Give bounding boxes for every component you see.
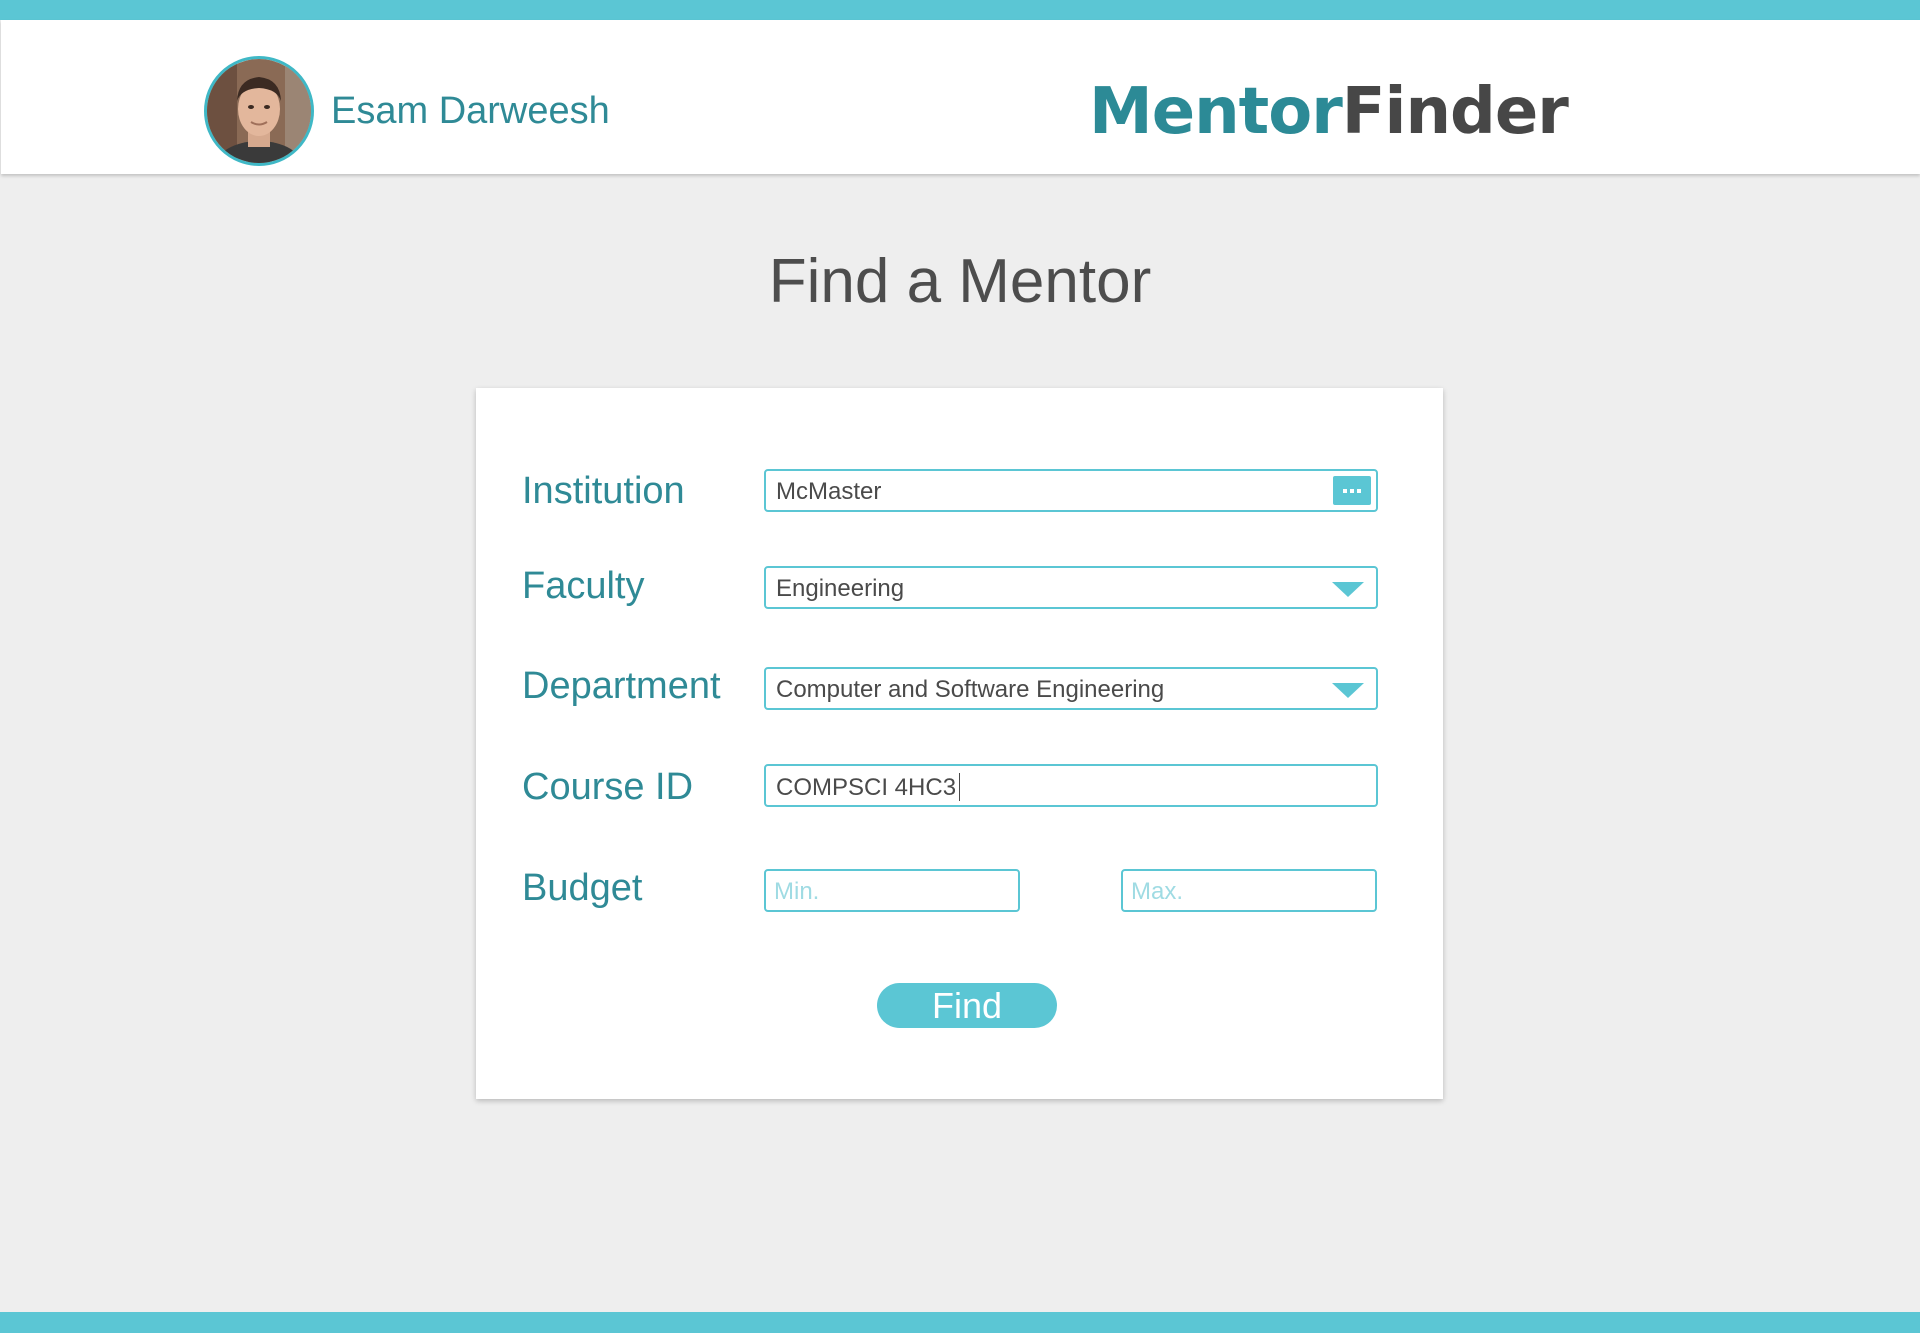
logo-word-mentor: Mentor <box>1089 75 1343 149</box>
institution-value: McMaster <box>776 478 882 505</box>
course-id-label: Course ID <box>522 766 694 808</box>
chevron-down-icon[interactable] <box>1332 683 1364 698</box>
chevron-down-icon[interactable] <box>1332 582 1364 597</box>
budget-min-placeholder: Min. <box>774 878 820 905</box>
page-title: Find a Mentor <box>768 247 1152 316</box>
faculty-label: Faculty <box>522 565 645 607</box>
institution-label: Institution <box>522 470 685 512</box>
bottom-accent-stripe <box>0 1312 1920 1333</box>
text-caret <box>959 773 961 801</box>
faculty-select[interactable]: Engineering <box>764 566 1378 609</box>
top-accent-stripe <box>0 0 1920 20</box>
user-name[interactable]: Esam Darweesh <box>331 90 610 133</box>
budget-max-input[interactable]: Max. <box>1121 869 1377 912</box>
more-dots-icon[interactable] <box>1333 476 1371 505</box>
course-id-input[interactable]: COMPSCI 4HC3 <box>764 764 1378 807</box>
budget-label: Budget <box>522 867 643 909</box>
department-value: Computer and Software Engineering <box>776 676 1165 703</box>
header-bar: Esam Darweesh MentorFinder <box>1 20 1920 174</box>
logo-word-finder: Finder <box>1341 75 1569 149</box>
app-logo: MentorFinder <box>1089 80 1569 144</box>
dot <box>1350 489 1354 493</box>
user-photo <box>207 59 311 163</box>
budget-max-placeholder: Max. <box>1131 878 1184 905</box>
course-id-text: COMPSCI 4HC3 <box>776 774 957 801</box>
find-button[interactable]: Find <box>877 983 1057 1028</box>
dot <box>1357 489 1361 493</box>
avatar[interactable] <box>204 56 314 166</box>
dot <box>1343 489 1347 493</box>
institution-field[interactable]: McMaster <box>764 469 1378 512</box>
department-label: Department <box>522 665 721 707</box>
course-id-value: COMPSCI 4HC3 <box>776 773 961 802</box>
budget-min-input[interactable]: Min. <box>764 869 1020 912</box>
search-form-card: Institution McMaster Faculty Engineering… <box>476 388 1443 1099</box>
department-select[interactable]: Computer and Software Engineering <box>764 667 1378 710</box>
faculty-value: Engineering <box>776 575 905 602</box>
